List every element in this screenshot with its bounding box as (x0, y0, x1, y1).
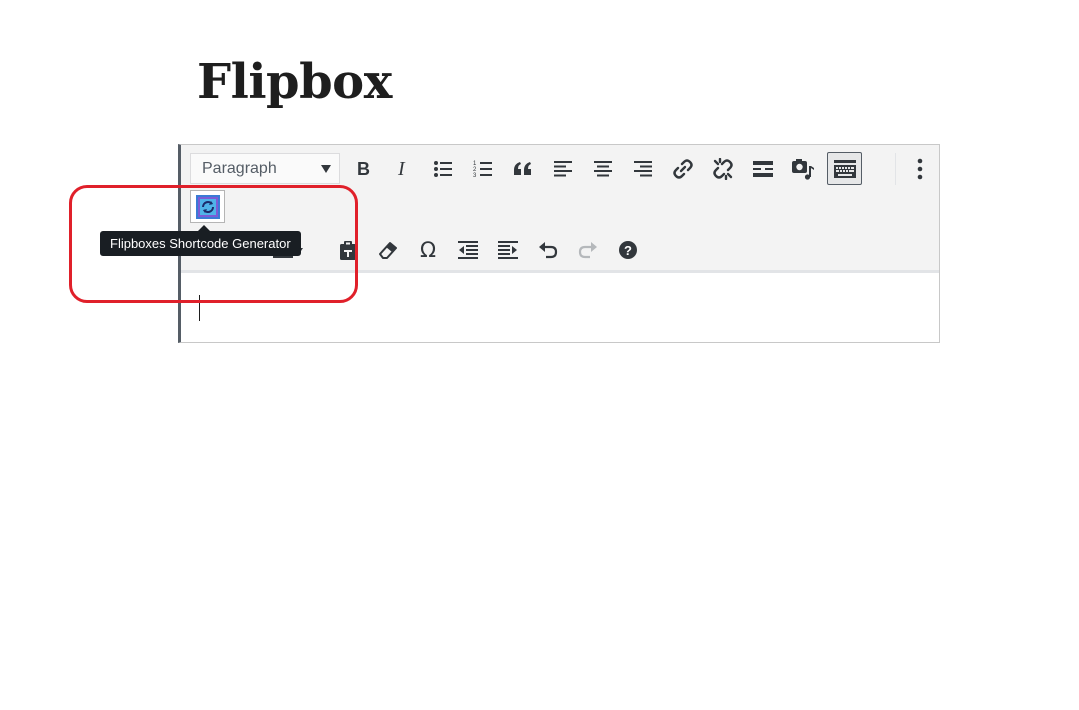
read-more-icon (753, 161, 773, 177)
blockquote-button[interactable] (508, 154, 538, 184)
help-button[interactable]: ? (613, 235, 643, 265)
format-select[interactable]: Paragraph (190, 153, 340, 184)
undo-button[interactable] (533, 235, 563, 265)
clear-formatting-button[interactable] (373, 235, 403, 265)
page-title: Flipbox (197, 54, 392, 110)
align-right-icon (634, 161, 652, 177)
indent-icon (498, 241, 518, 259)
align-right-button[interactable] (628, 154, 658, 184)
svg-text:I: I (397, 160, 406, 178)
align-left-icon (554, 161, 572, 177)
red-highlight-annotation (69, 185, 358, 303)
media-icon (792, 159, 814, 180)
svg-text:?: ? (624, 243, 632, 258)
outdent-icon (458, 241, 478, 259)
bullet-list-icon (434, 161, 452, 177)
align-center-icon (594, 161, 612, 177)
insert-link-button[interactable] (668, 154, 698, 184)
eraser-icon (379, 242, 397, 259)
numbered-list-button[interactable]: 1 2 3 (468, 154, 498, 184)
format-select-value: Paragraph (202, 160, 277, 177)
svg-text:B: B (357, 160, 370, 178)
toolbar-separator (895, 153, 896, 185)
unlink-icon (713, 158, 733, 180)
align-left-button[interactable] (548, 154, 578, 184)
link-icon (673, 159, 693, 179)
toolbar-toggle-button[interactable] (827, 152, 862, 185)
more-options-button[interactable] (905, 154, 935, 184)
italic-button[interactable]: I (388, 154, 418, 184)
svg-text:3: 3 (473, 173, 477, 178)
numbered-list-icon: 1 2 3 (473, 161, 492, 178)
special-character-button[interactable]: Ω (413, 235, 443, 265)
bulleted-list-button[interactable] (428, 154, 458, 184)
omega-icon: Ω (419, 237, 437, 262)
read-more-button[interactable] (748, 154, 778, 184)
italic-icon: I (397, 160, 406, 178)
bold-icon: B (357, 160, 370, 178)
quote-icon (514, 162, 531, 175)
add-media-button[interactable] (788, 154, 818, 184)
increase-indent-button[interactable] (493, 235, 523, 265)
undo-icon (539, 242, 558, 259)
decrease-indent-button[interactable] (453, 235, 483, 265)
remove-link-button[interactable] (708, 154, 738, 184)
bold-button[interactable]: B (348, 154, 378, 184)
redo-icon (578, 242, 597, 259)
redo-button[interactable] (573, 235, 603, 265)
vertical-ellipsis-icon (917, 158, 923, 180)
help-icon: ? (619, 241, 637, 259)
align-center-button[interactable] (588, 154, 618, 184)
chevron-down-icon (321, 165, 331, 173)
keyboard-icon (833, 159, 856, 178)
